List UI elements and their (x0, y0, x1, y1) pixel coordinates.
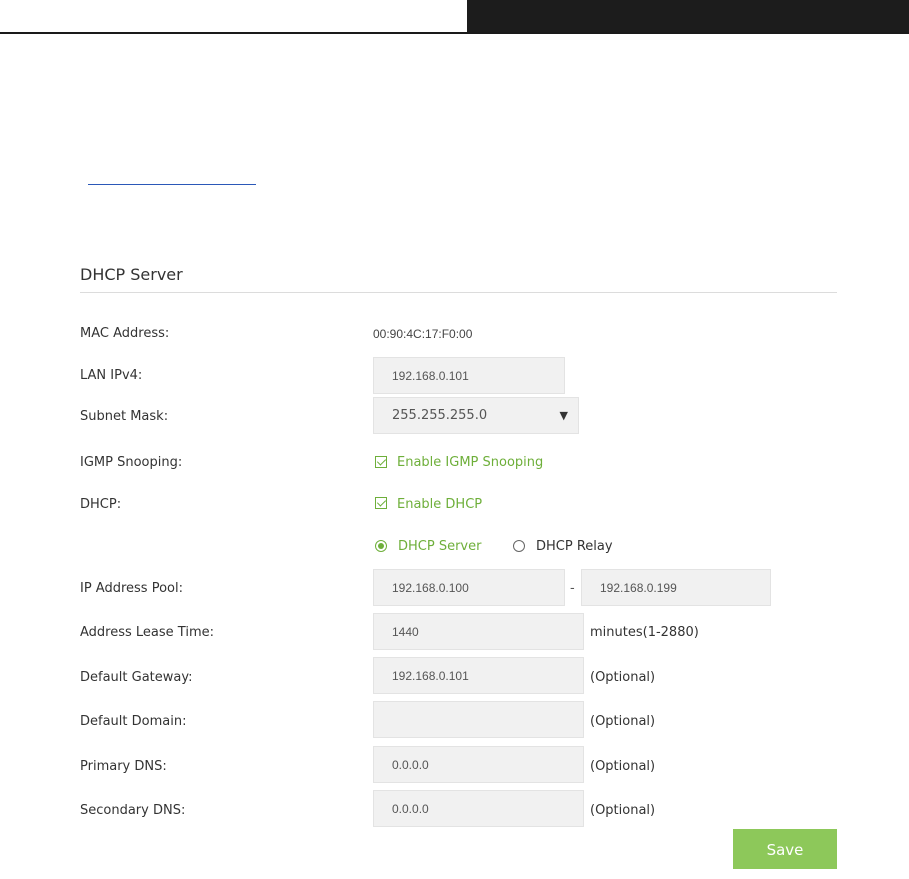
dhcp-enable-option-label[interactable]: Enable DHCP (397, 497, 482, 512)
default-domain-suffix: (Optional) (590, 714, 656, 729)
default-domain-input[interactable] (373, 701, 584, 738)
secondary-dns-label: Secondary DNS: (80, 803, 186, 818)
section-divider (80, 292, 837, 293)
secondary-dns-input[interactable] (373, 790, 584, 827)
ip-pool-end-input[interactable] (581, 569, 771, 606)
dhcp-relay-radio[interactable] (513, 540, 525, 552)
mac-address-value: 00:90:4C:17:F0:00 (373, 327, 473, 341)
ip-address-pool-label: IP Address Pool: (80, 581, 183, 596)
default-gateway-suffix: (Optional) (590, 670, 656, 685)
dhcp-relay-radio-label[interactable]: DHCP Relay (536, 539, 613, 554)
default-domain-label: Default Domain: (80, 714, 187, 729)
dhcp-enable-checkbox[interactable] (375, 497, 387, 509)
igmp-snooping-option-label[interactable]: Enable IGMP Snooping (397, 455, 543, 470)
link-underline (88, 184, 256, 185)
section-title: DHCP Server (80, 265, 183, 284)
default-gateway-input[interactable] (373, 657, 584, 694)
top-rule (0, 32, 909, 34)
save-button[interactable]: Save (733, 829, 837, 869)
dhcp-label: DHCP: (80, 497, 122, 512)
subnet-mask-select[interactable]: 255.255.255.0 ▼ (373, 397, 579, 434)
secondary-dns-suffix: (Optional) (590, 803, 656, 818)
default-gateway-label: Default Gateway: (80, 670, 193, 685)
chevron-down-icon: ▼ (559, 409, 568, 422)
igmp-snooping-label: IGMP Snooping: (80, 455, 183, 470)
subnet-mask-value: 255.255.255.0 (392, 408, 488, 423)
lan-ipv4-input[interactable] (373, 357, 565, 394)
ip-pool-start-input[interactable] (373, 569, 565, 606)
subnet-mask-label: Subnet Mask: (80, 409, 169, 424)
primary-dns-label: Primary DNS: (80, 759, 167, 774)
lease-time-suffix: minutes(1-2880) (590, 625, 699, 640)
primary-dns-input[interactable] (373, 746, 584, 783)
dhcp-server-radio[interactable] (375, 540, 387, 552)
top-dark-bar (467, 0, 909, 34)
mac-address-label: MAC Address: (80, 326, 170, 341)
lease-time-input[interactable] (373, 613, 584, 650)
primary-dns-suffix: (Optional) (590, 759, 656, 774)
igmp-snooping-checkbox[interactable] (375, 456, 387, 468)
lease-time-label: Address Lease Time: (80, 625, 214, 640)
dhcp-server-radio-label[interactable]: DHCP Server (398, 539, 481, 554)
ip-pool-separator: - (570, 581, 575, 596)
lan-ipv4-label: LAN IPv4: (80, 368, 143, 383)
